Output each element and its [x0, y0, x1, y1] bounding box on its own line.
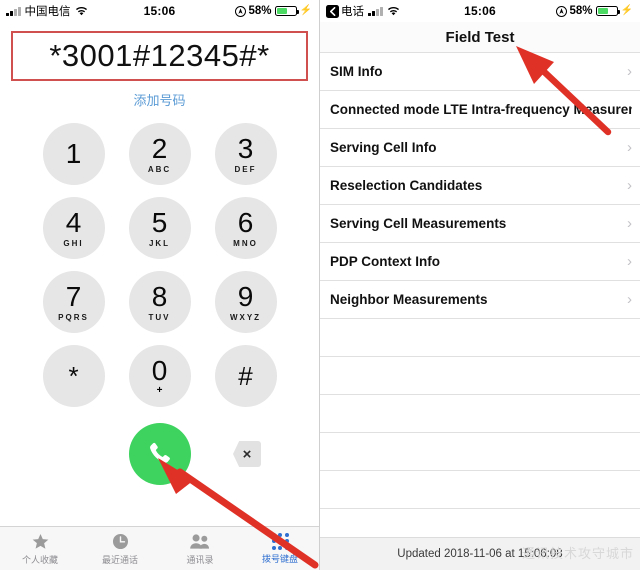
key-letters: ABC [147, 164, 172, 174]
tab-recents[interactable]: 最近通话 [80, 527, 160, 570]
tab-label: 个人收藏 [21, 554, 58, 565]
dialpad-key-4[interactable]: 4 GHI [42, 197, 105, 259]
tab-bar: 个人收藏 最近通话 通讯录 拨号键盘 [0, 526, 319, 570]
list-item[interactable]: Connected mode LTE Intra-frequency Measu… [320, 91, 640, 129]
list-item-label: Connected mode LTE Intra-frequency Measu… [330, 102, 632, 117]
call-icon [145, 439, 175, 469]
key-digit: 7 [65, 280, 82, 312]
key-letters: WXYZ [229, 312, 262, 322]
list-item-label: Serving Cell Info [330, 140, 437, 155]
chevron-right-icon: › [627, 253, 632, 270]
field-test-title: Field Test [320, 22, 640, 52]
chevron-right-icon: › [627, 139, 632, 156]
list-item[interactable]: Serving Cell Measurements › [320, 205, 640, 243]
battery-icon [274, 5, 299, 17]
tab-contacts[interactable]: 通讯录 [160, 527, 240, 570]
key-letters: PQRS [58, 312, 89, 322]
key-digit: 6 [237, 206, 254, 238]
key-digit: 9 [237, 280, 254, 312]
list-item-label: Neighbor Measurements [330, 292, 488, 307]
location-icon [555, 5, 567, 17]
list-item-empty [320, 319, 640, 357]
list-item[interactable]: Serving Cell Info › [320, 129, 640, 167]
dialed-number-text: *3001#12345#* [49, 38, 270, 73]
tab-label: 最近通话 [101, 554, 138, 565]
key-digit: 3 [237, 132, 254, 164]
key-digit: * [68, 361, 79, 391]
updated-text: Updated 2018-11-06 at 15:06:08 [397, 548, 563, 560]
list-item-label: PDP Context Info [330, 254, 441, 269]
dialpad-key-hash[interactable]: # [214, 345, 277, 407]
dialpad-key-3[interactable]: 3 DEF [214, 123, 277, 185]
key-letters: DEF [234, 164, 257, 174]
dual-phone-screenshot: 中国电信 15:06 58% ⚡ *3001#12345#* 添加号码 1 2A… [0, 0, 640, 570]
chevron-right-icon: › [627, 63, 632, 80]
delete-button[interactable]: × [233, 441, 261, 467]
star-icon [31, 532, 50, 551]
dialpad-key-7[interactable]: 7 PQRS [42, 271, 105, 333]
key-digit: 8 [151, 280, 168, 312]
location-icon [234, 5, 246, 17]
tab-label: 通讯录 [186, 554, 214, 565]
dialpad-key-6[interactable]: 6 MNO [214, 197, 277, 259]
dialpad-key-9[interactable]: 9 WXYZ [214, 271, 277, 333]
battery-icon [595, 5, 620, 17]
tab-keypad[interactable]: 拨号键盘 [240, 527, 319, 570]
tab-favorites[interactable]: 个人收藏 [0, 527, 80, 570]
key-letters: + [156, 384, 163, 396]
field-test-list: SIM Info › Connected mode LTE Intra-freq… [320, 52, 640, 509]
left-status-bar: 中国电信 15:06 58% ⚡ [0, 0, 319, 22]
list-item-label: Reselection Candidates [330, 178, 483, 193]
key-digit: 0 [151, 354, 168, 386]
dialpad-key-2[interactable]: 2 ABC [128, 123, 191, 185]
contacts-icon [189, 532, 211, 551]
battery-percent-label: 58% [248, 5, 272, 17]
dialpad-key-star[interactable]: * [42, 345, 105, 407]
list-item[interactable]: SIM Info › [320, 53, 640, 91]
list-item[interactable]: Neighbor Measurements › [320, 281, 640, 319]
status-right-group: 58% ⚡ [555, 0, 633, 22]
dialpad-key-8[interactable]: 8 TUV [128, 271, 191, 333]
list-item[interactable]: PDP Context Info › [320, 243, 640, 281]
key-letters: TUV [148, 312, 171, 322]
keypad-icon [271, 532, 289, 550]
charging-bolt-icon: ⚡ [299, 5, 312, 16]
list-item-empty [320, 433, 640, 471]
chevron-right-icon: › [627, 177, 632, 194]
tab-label: 拨号键盘 [261, 553, 298, 564]
key-letters: JKL [148, 238, 171, 248]
key-letters: MNO [233, 238, 258, 248]
key-digit: 4 [65, 206, 82, 238]
dialpad-key-5[interactable]: 5 JKL [128, 197, 191, 259]
right-status-bar: 电话 15:06 58% ⚡ [320, 0, 640, 22]
clock-icon [111, 532, 130, 551]
list-item-label: SIM Info [330, 64, 383, 79]
dialpad-key-0[interactable]: 0 + [128, 345, 191, 407]
chevron-right-icon: › [627, 291, 632, 308]
charging-bolt-icon: ⚡ [620, 5, 633, 16]
updated-footer: Updated 2018-11-06 at 15:06:08 [320, 537, 640, 570]
list-item-empty [320, 357, 640, 395]
key-digit: # [238, 361, 253, 391]
chevron-right-icon: › [627, 215, 632, 232]
key-digit: 5 [151, 206, 168, 238]
key-digit: 2 [151, 132, 168, 164]
list-item-empty [320, 471, 640, 509]
delete-icon: × [242, 445, 252, 463]
dialpad-key-1[interactable]: 1 [42, 123, 105, 185]
add-number-link[interactable]: 添加号码 [0, 90, 319, 109]
call-button[interactable] [129, 423, 191, 485]
list-item-label: Serving Cell Measurements [330, 216, 507, 231]
list-item-empty [320, 395, 640, 433]
battery-percent-label: 58% [569, 5, 593, 17]
dialpad: 1 2 ABC 3 DEF 4 GHI 5 JKL 6 MNO 7 PQRS 8 TUV 9W… [31, 123, 289, 407]
status-right-group: 58% ⚡ [234, 0, 312, 22]
key-letters: GHI [63, 238, 84, 248]
call-row: × [0, 417, 319, 495]
list-item[interactable]: Reselection Candidates › [320, 167, 640, 205]
left-phone-panel: 中国电信 15:06 58% ⚡ *3001#12345#* 添加号码 1 2A… [0, 0, 320, 570]
right-phone-panel: 电话 15:06 58% ⚡ Field Test SIM Info › Con… [320, 0, 640, 570]
key-digit: 1 [65, 138, 82, 169]
dialed-number-field[interactable]: *3001#12345#* [11, 31, 308, 81]
